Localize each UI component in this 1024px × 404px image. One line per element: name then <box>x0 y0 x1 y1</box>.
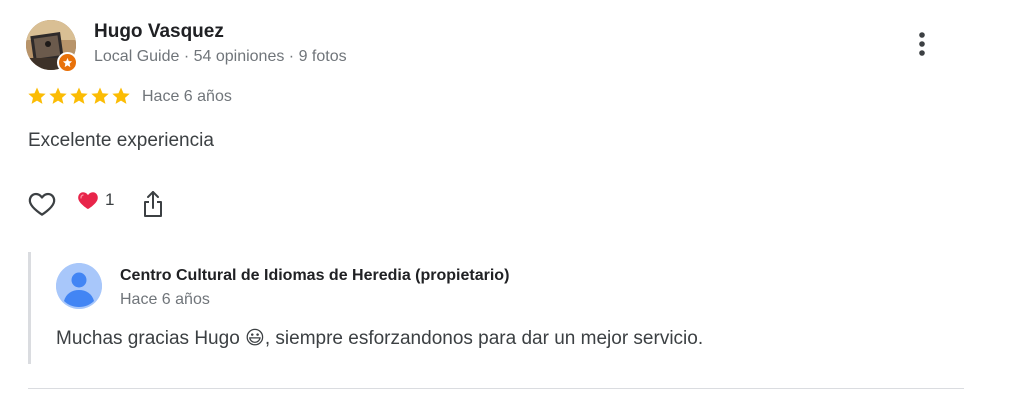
red-heart-icon <box>78 192 98 210</box>
author-meta: Local Guide · 54 opiniones · 9 fotos <box>94 48 347 65</box>
star-icon <box>49 87 67 104</box>
more-options-button[interactable] <box>906 26 938 62</box>
reaction-summary[interactable]: 1 <box>77 190 114 210</box>
heart-outline-icon <box>28 192 56 216</box>
review-card: Hugo Vasquez Local Guide · 54 opiniones … <box>0 0 1024 404</box>
owner-reply-date: Hace 6 años <box>120 291 210 308</box>
local-guide-badge <box>57 52 78 73</box>
reaction-count: 1 <box>105 190 115 209</box>
rating-stars <box>27 86 131 106</box>
star-icon <box>70 87 88 104</box>
review-date: Hace 6 años <box>142 88 232 105</box>
share-button[interactable] <box>137 186 169 222</box>
owner-reply-text: Muchas gracias Hugo 😃, siempre esforzand… <box>56 328 704 349</box>
divider <box>28 388 964 389</box>
owner-avatar[interactable] <box>56 263 102 309</box>
star-icon <box>28 87 46 104</box>
review-text: Excelente experiencia <box>28 130 214 151</box>
share-icon <box>144 191 162 217</box>
star-icon <box>112 87 130 104</box>
author-name[interactable]: Hugo Vasquez <box>94 21 224 43</box>
owner-reply: Centro Cultural de Idiomas de Heredia (p… <box>28 252 931 364</box>
local-guide-star-icon <box>62 57 73 68</box>
owner-name: Centro Cultural de Idiomas de Heredia (p… <box>120 267 510 284</box>
star-icon <box>91 87 109 104</box>
default-profile-icon <box>56 263 102 309</box>
more-vertical-icon <box>919 32 925 56</box>
like-button[interactable] <box>24 187 60 221</box>
